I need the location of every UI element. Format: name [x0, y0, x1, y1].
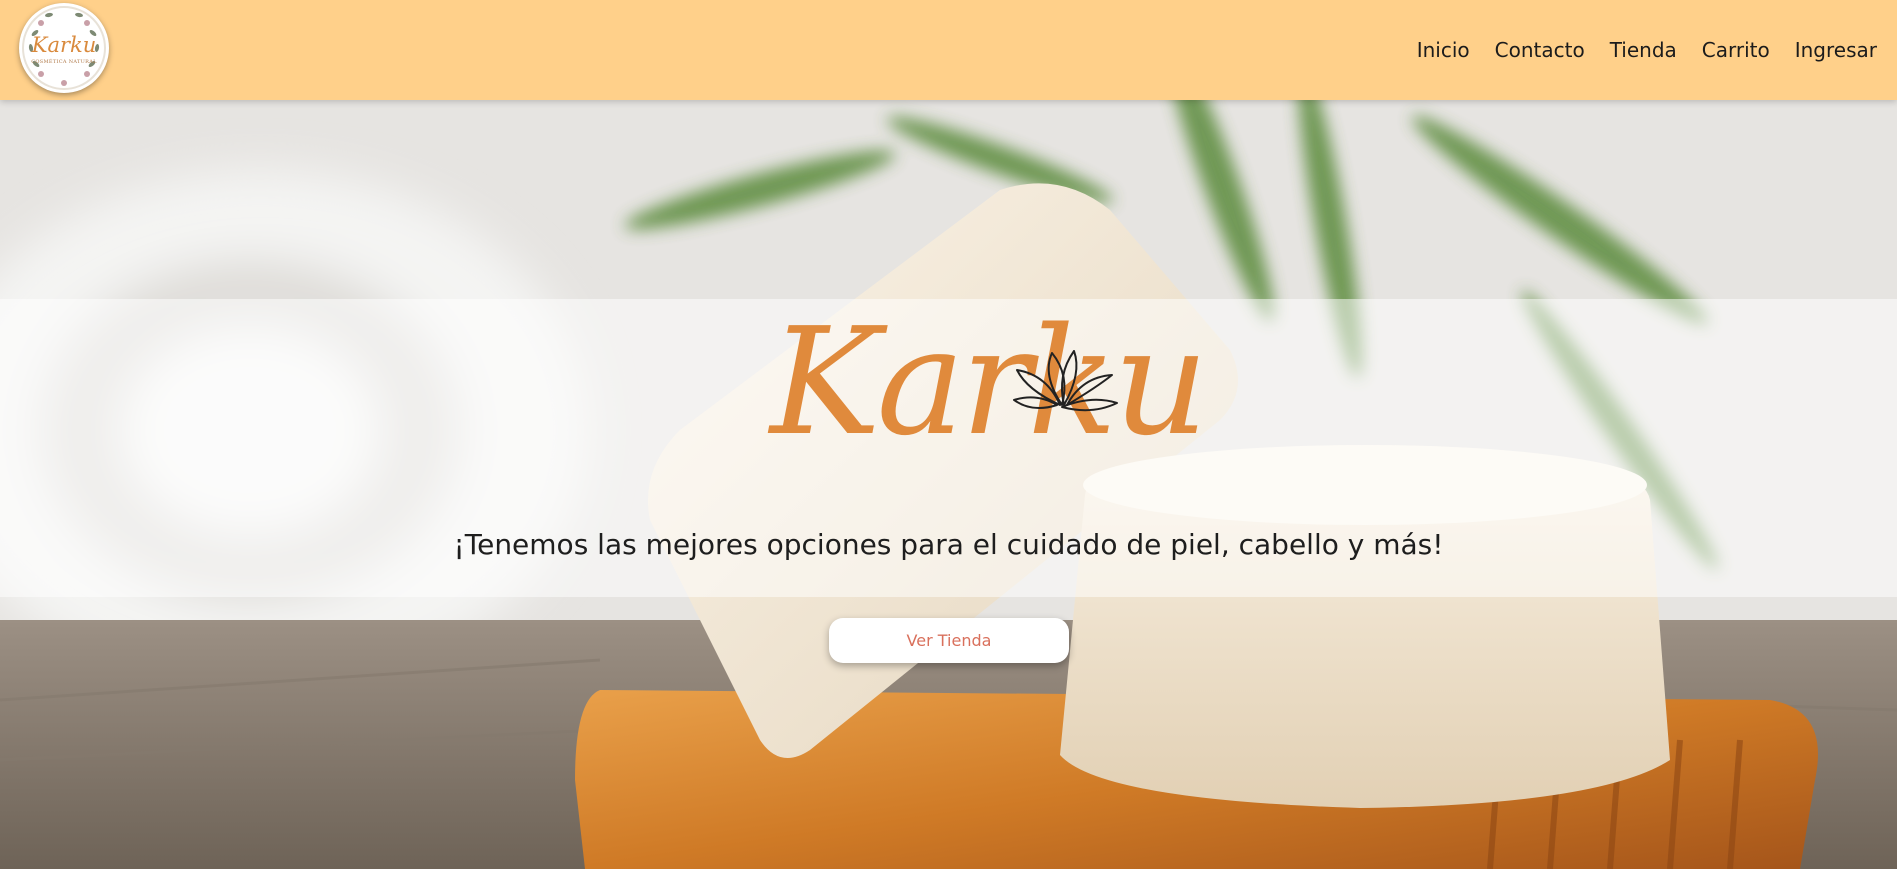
nav-link-ingresar[interactable]: Ingresar: [1795, 38, 1877, 62]
hero-logo: Karku: [770, 304, 1209, 510]
nav-link-tienda[interactable]: Tienda: [1610, 38, 1677, 62]
nav-link-carrito[interactable]: Carrito: [1702, 38, 1770, 62]
nav-link-contacto[interactable]: Contacto: [1495, 38, 1585, 62]
ver-tienda-button[interactable]: Ver Tienda: [829, 618, 1069, 663]
lotus-flower-icon: [1013, 350, 1118, 412]
main-nav: Inicio Contacto Tienda Carrito Ingresar: [1417, 0, 1897, 100]
navbar: Karku COSMÉTICA NATURAL Inicio Contacto …: [0, 0, 1897, 100]
logo-name: Karku: [31, 33, 97, 57]
logo-subtitle: COSMÉTICA NATURAL: [31, 59, 97, 65]
hero-tagline: ¡Tenemos las mejores opciones para el cu…: [453, 528, 1444, 561]
nav-link-inicio[interactable]: Inicio: [1417, 38, 1470, 62]
brand-logo[interactable]: Karku COSMÉTICA NATURAL: [19, 3, 109, 93]
